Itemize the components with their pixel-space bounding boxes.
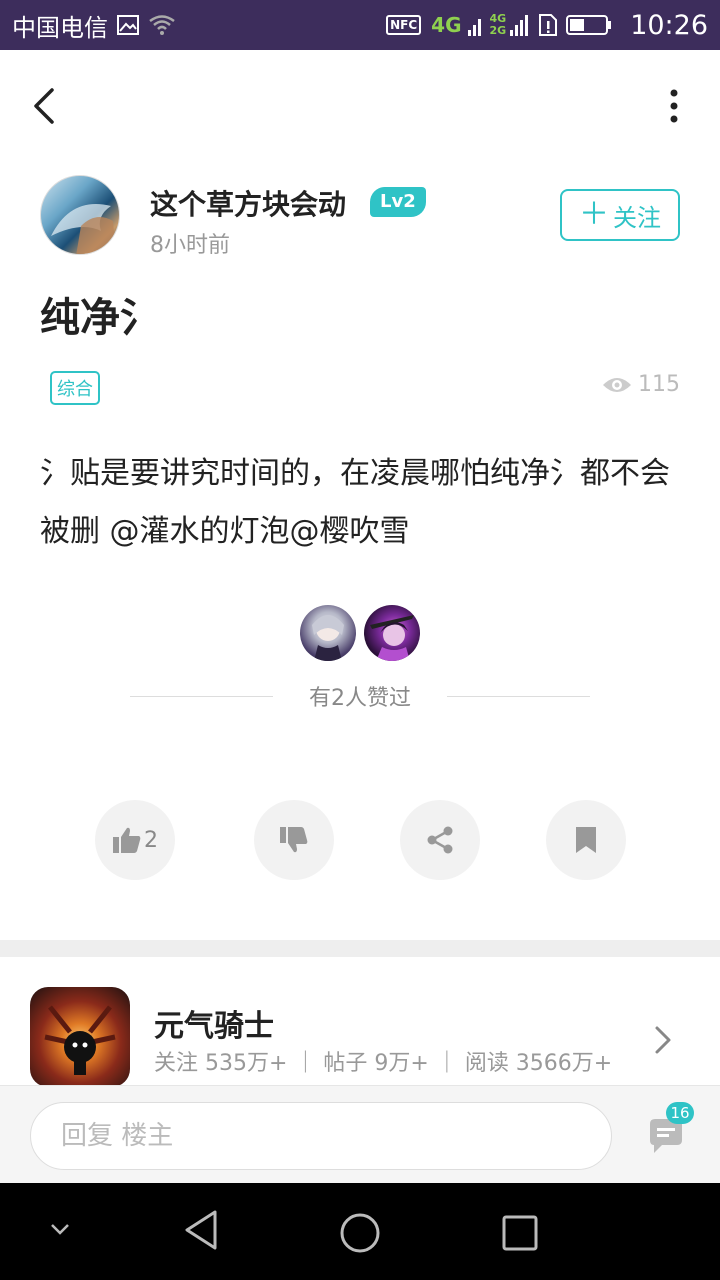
wifi-icon: [148, 14, 176, 36]
signal-icon-2: [510, 14, 529, 36]
like-button[interactable]: 2: [95, 800, 175, 880]
comment-count-badge: 16: [666, 1102, 694, 1124]
reply-bar: 回复 楼主 16: [0, 1085, 720, 1183]
network-alt-bottom: 2G: [489, 24, 507, 37]
top-bar: [0, 50, 720, 160]
post-time: 8小时前: [150, 233, 230, 258]
section-divider: [0, 940, 720, 957]
nav-recents-button[interactable]: [500, 1213, 540, 1257]
divider-line: [447, 695, 590, 697]
liker-avatar[interactable]: [300, 605, 356, 661]
nav-home-button[interactable]: [338, 1211, 382, 1259]
share-button[interactable]: [400, 800, 480, 880]
signal-icon: [467, 14, 482, 36]
more-vertical-icon: [670, 89, 678, 123]
square-recents-icon: [502, 1215, 538, 1251]
nav-back-button[interactable]: [182, 1208, 222, 1256]
network-4g-label: 4G: [431, 13, 462, 37]
more-options-button[interactable]: [668, 88, 680, 124]
battery-icon: [566, 14, 612, 36]
game-stats: 关注 535万+ ｜ 帖子 9万+ ｜ 阅读 3566万+: [154, 1051, 613, 1076]
liker-avatar[interactable]: [364, 605, 420, 661]
likers-avatars[interactable]: [0, 605, 720, 665]
view-count: 115: [602, 372, 680, 397]
chevron-down-icon: [51, 1224, 69, 1235]
author-row: 这个草方块会动 Lv2 8小时前 ＋ 关注: [40, 175, 680, 258]
back-button[interactable]: [28, 86, 60, 126]
network-dual-label: 4G 2G: [490, 13, 507, 37]
status-bar: 中国电信 NFC 4G 4G 2G 10:26: [0, 0, 720, 50]
game-card[interactable]: 元气骑士 关注 535万+ ｜ 帖子 9万+ ｜ 阅读 3566万+: [0, 957, 720, 1087]
likes-summary: 有2人赞过: [130, 680, 590, 712]
likes-summary-text: 有2人赞过: [309, 686, 411, 711]
hide-nav-button[interactable]: [48, 1221, 72, 1241]
game-icon: [30, 987, 130, 1087]
author-name[interactable]: 这个草方块会动: [150, 183, 346, 223]
view-count-value: 115: [638, 372, 680, 397]
level-badge: Lv2: [370, 187, 426, 217]
action-bar: 2: [0, 800, 720, 882]
follow-label: 关注: [613, 203, 661, 232]
post-title: 纯净氵: [40, 295, 160, 341]
dislike-button[interactable]: [254, 800, 334, 880]
thumbs-up-icon: [113, 827, 141, 853]
sim-alert-icon: [536, 13, 558, 37]
thumbs-down-icon: [280, 827, 308, 853]
game-name: 元气骑士: [154, 1009, 274, 1044]
circle-home-icon: [340, 1213, 380, 1253]
plus-icon: ＋: [579, 197, 609, 232]
post-content: 氵贴是要讲究时间的，在凌晨哪怕纯净氵都不会被删 @灌水的灯泡@樱吹雪: [40, 456, 670, 549]
carrier-name: 中国电信: [12, 13, 108, 42]
author-avatar[interactable]: [40, 175, 120, 255]
category-tag[interactable]: 综合: [50, 371, 100, 405]
reply-input[interactable]: 回复 楼主: [30, 1102, 612, 1170]
bookmark-button[interactable]: [546, 800, 626, 880]
triangle-back-icon: [185, 1210, 217, 1250]
image-notification-icon: [116, 13, 140, 37]
eye-icon: [603, 377, 631, 392]
chevron-right-icon[interactable]: [654, 1025, 672, 1059]
nfc-icon: NFC: [386, 15, 422, 35]
bookmark-icon: [576, 827, 596, 853]
follow-button[interactable]: ＋ 关注: [560, 189, 680, 241]
system-nav-bar: [0, 1183, 720, 1280]
divider-line: [130, 695, 273, 697]
share-icon: [427, 826, 453, 854]
status-time: 10:26: [630, 9, 708, 41]
chevron-left-icon: [34, 88, 54, 124]
like-count: 2: [144, 827, 158, 853]
